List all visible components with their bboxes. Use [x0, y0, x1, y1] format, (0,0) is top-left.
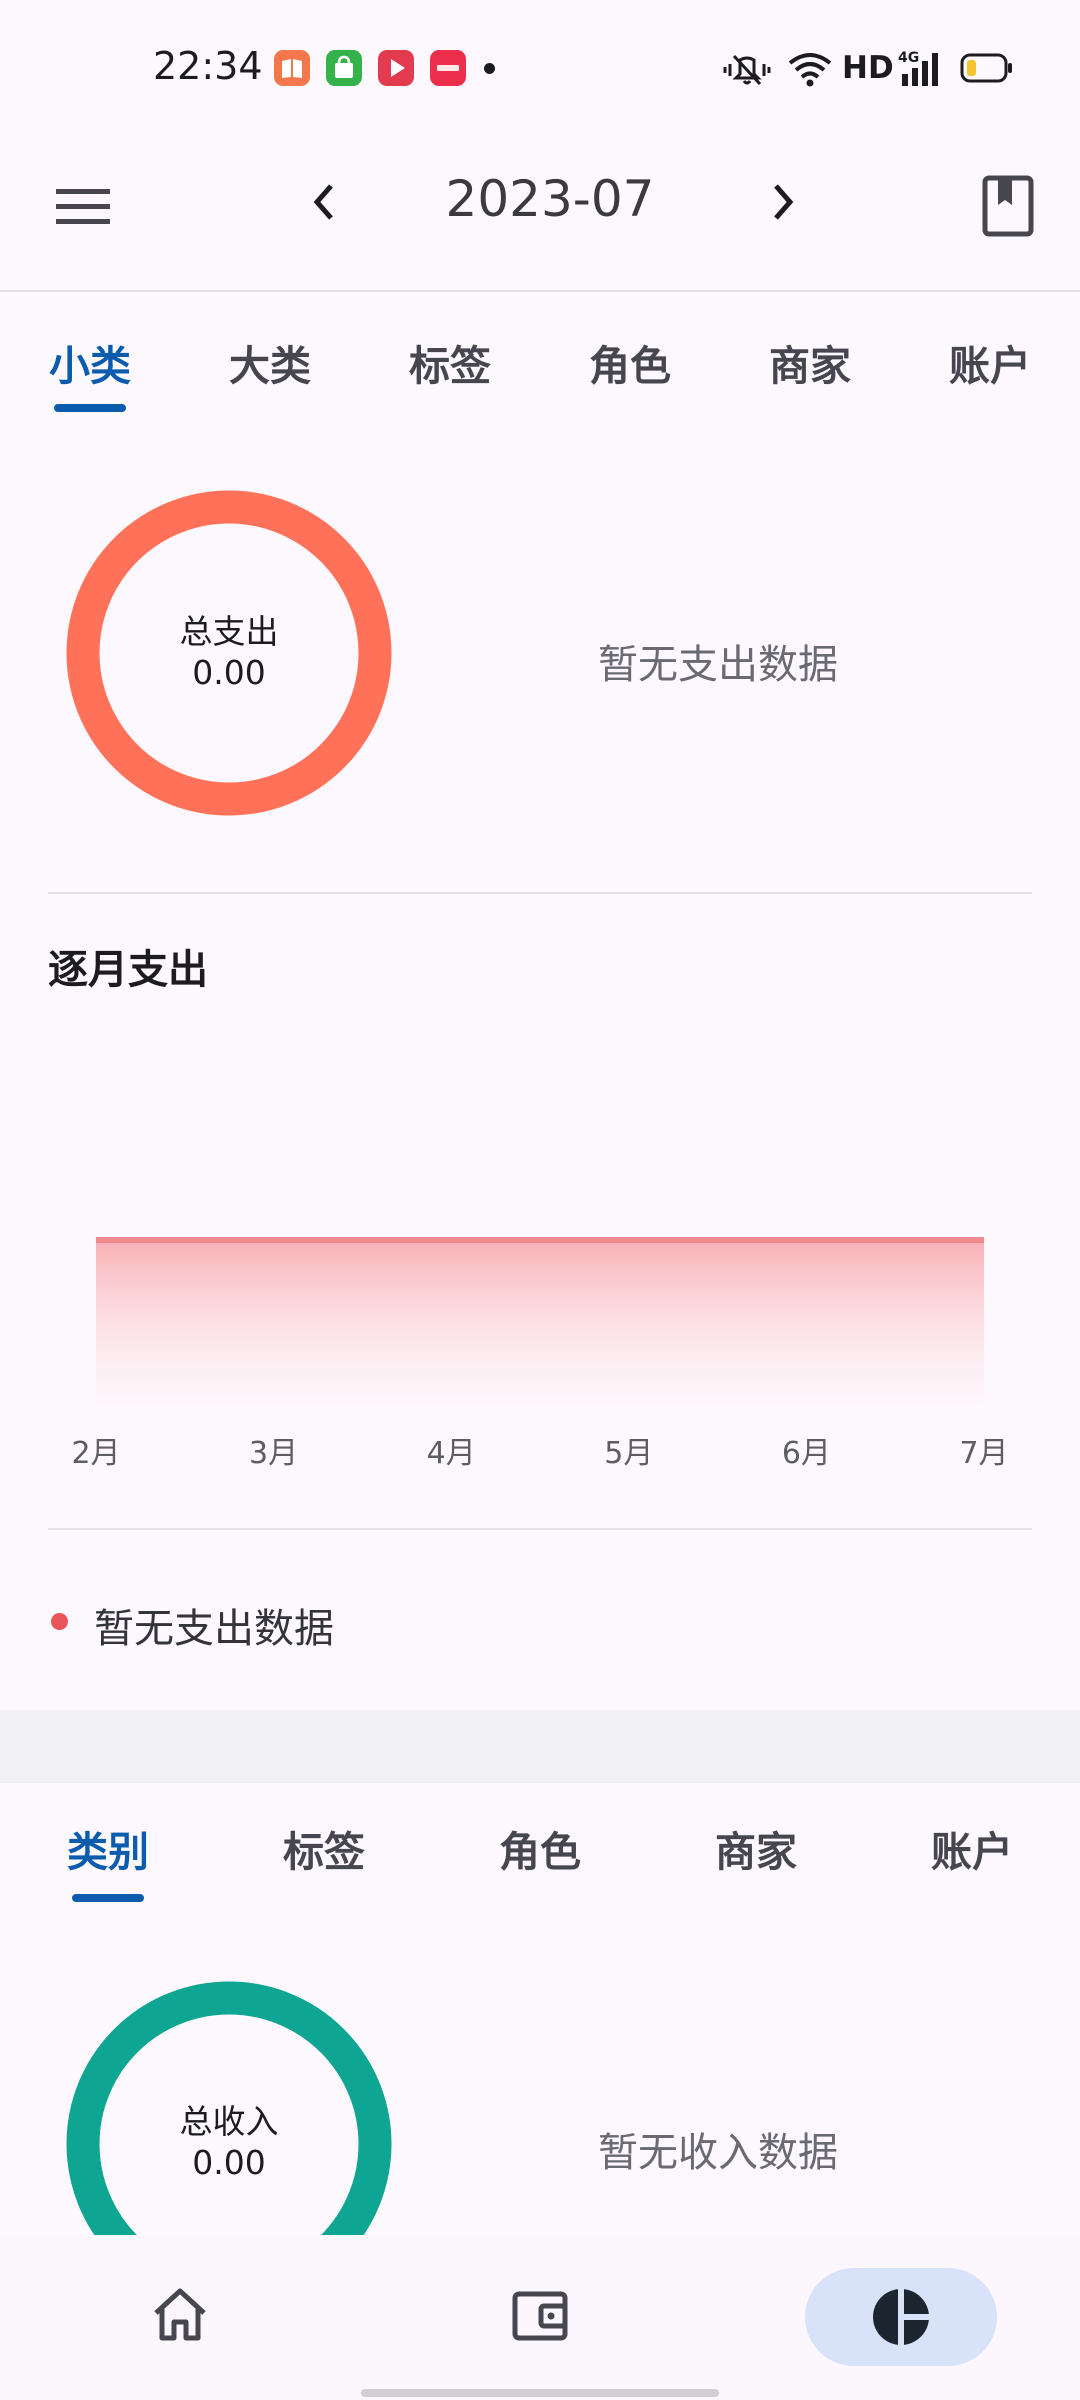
tab-merchant[interactable]: 商家: [750, 332, 870, 392]
legend-text: 暂无支出数据: [94, 1606, 334, 1652]
battery-low-icon: [960, 53, 1014, 87]
tab-income-category[interactable]: 类别: [48, 1818, 168, 1878]
network-type: HD: [842, 50, 894, 86]
mute-icon: [722, 50, 772, 94]
tab-income-role[interactable]: 角色: [480, 1818, 600, 1878]
wifi-icon: [787, 50, 833, 92]
x-tick-label: 7月: [959, 1436, 1009, 1471]
book-icon[interactable]: [982, 175, 1034, 241]
book-app-icon: [274, 50, 310, 86]
monthly-expense-chart: [0, 1050, 1080, 1454]
expense-empty-text: 暂无支出数据: [598, 642, 838, 688]
status-bar: 22:34 HD 4G: [0, 0, 1080, 135]
income-donut-title: 总收入: [179, 2102, 279, 2141]
tab-indicator: [54, 404, 126, 412]
video-app-icon: [378, 50, 414, 86]
tab-account[interactable]: 账户: [930, 332, 1050, 392]
expense-tab-bar: [0, 292, 1080, 410]
area-fill: [96, 1240, 984, 1405]
svg-text:4G: 4G: [898, 50, 919, 66]
divider: [48, 892, 1032, 894]
tab-tag[interactable]: 标签: [390, 332, 510, 392]
home-icon[interactable]: [150, 2286, 210, 2348]
legend-dot: [51, 1613, 68, 1630]
xiaohongshu-app-icon: [430, 50, 466, 86]
wallet-icon[interactable]: [511, 2286, 571, 2348]
x-tick-label: 4月: [426, 1436, 476, 1471]
expense-donut-value: 0.00: [192, 653, 266, 692]
divider: [48, 1528, 1032, 1530]
tab-income-account[interactable]: 账户: [912, 1818, 1032, 1878]
chevron-right-icon[interactable]: [762, 180, 802, 228]
menu-icon[interactable]: [54, 185, 114, 233]
tab-indicator: [72, 1894, 144, 1902]
tab-subcategory[interactable]: 小类: [30, 332, 150, 392]
income-empty-text: 暂无收入数据: [598, 2130, 838, 2176]
pie-chart-icon[interactable]: [871, 2287, 931, 2351]
monthly-expense-title: 逐月支出: [48, 947, 208, 993]
x-tick-label: 3月: [249, 1436, 299, 1471]
income-donut-value: 0.00: [192, 2143, 266, 2182]
x-tick-label: 5月: [604, 1436, 654, 1471]
x-tick-label: 2月: [71, 1436, 121, 1471]
expense-donut-title: 总支出: [179, 612, 279, 651]
month-label[interactable]: 2023-07: [400, 170, 700, 228]
tab-role[interactable]: 角色: [570, 332, 690, 392]
signal-4g-icon: 4G: [898, 48, 946, 92]
tab-income-tag[interactable]: 标签: [264, 1818, 384, 1878]
chevron-left-icon[interactable]: [305, 180, 345, 228]
gesture-bar: [361, 2389, 719, 2397]
shop-app-icon: [326, 50, 362, 86]
x-tick-label: 6月: [781, 1436, 831, 1471]
section-separator: [0, 1710, 1080, 1783]
notification-dot: [484, 63, 495, 74]
tab-category[interactable]: 大类: [210, 332, 330, 392]
tab-income-merchant[interactable]: 商家: [696, 1818, 816, 1878]
status-time: 22:34: [153, 44, 263, 88]
